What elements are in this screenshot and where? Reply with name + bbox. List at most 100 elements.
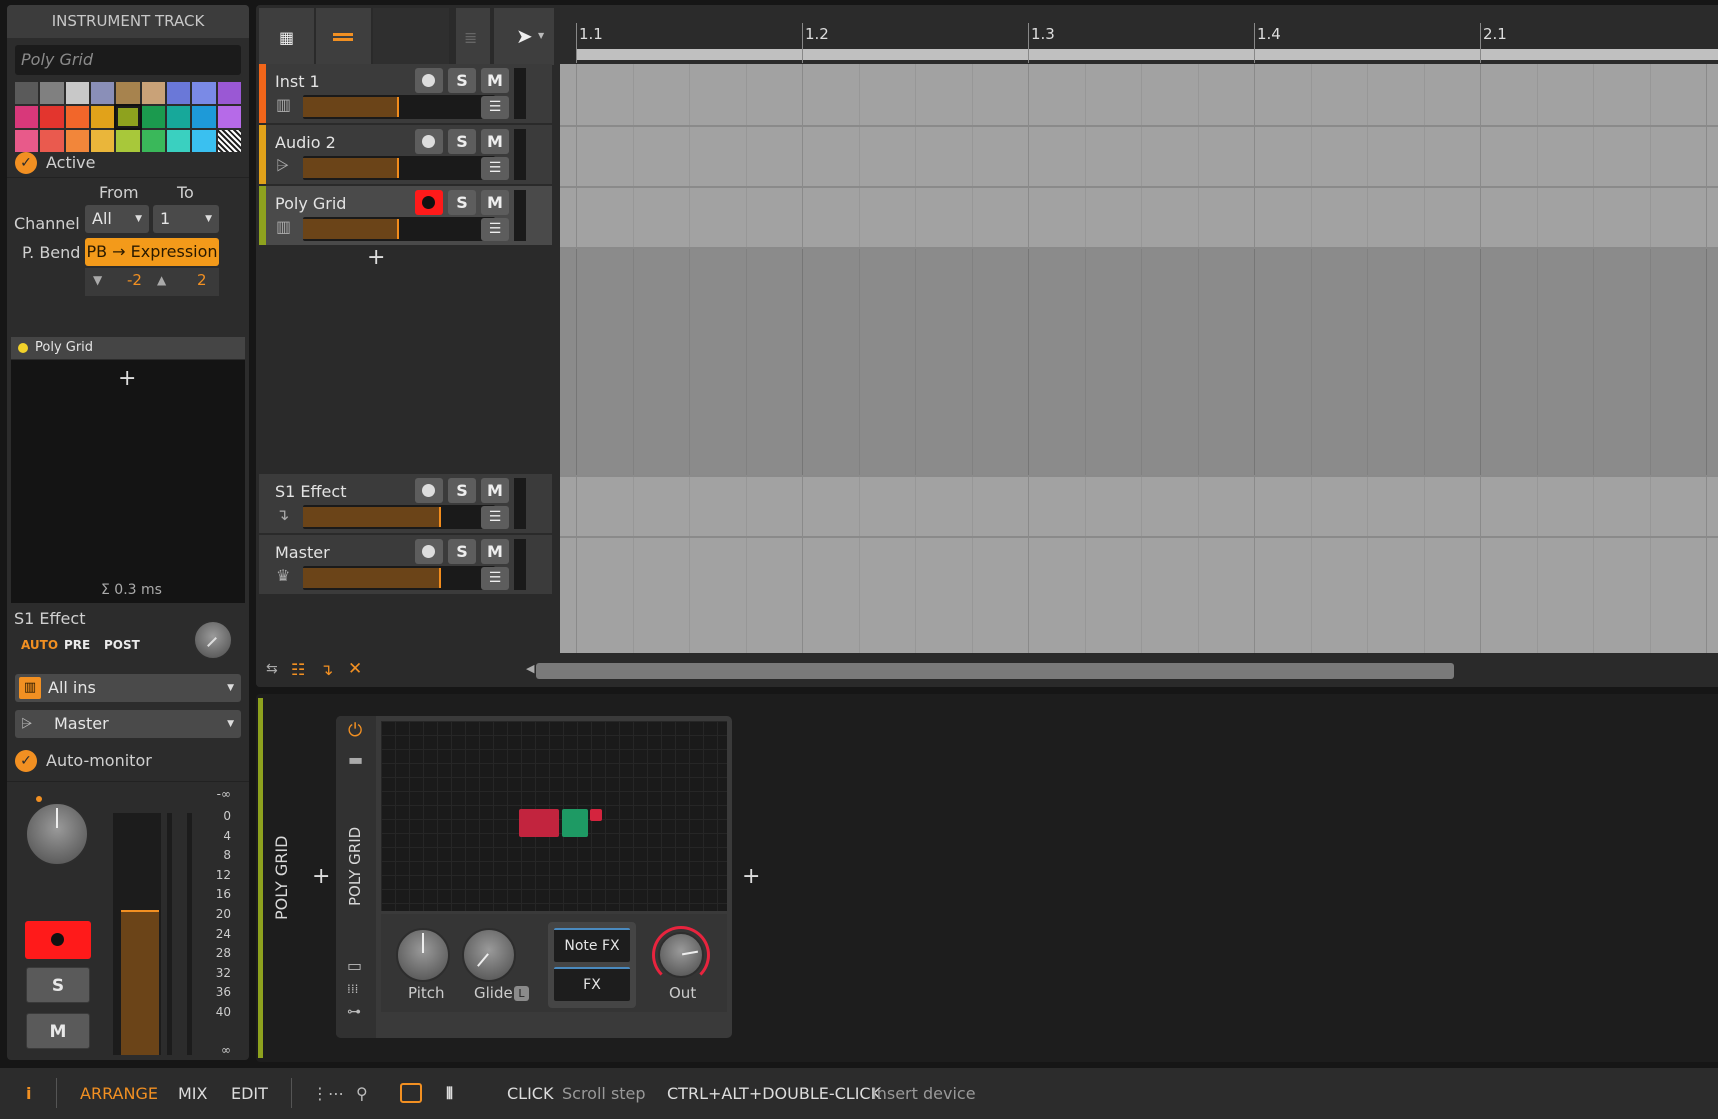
arrangement-grid[interactable] <box>560 64 1718 653</box>
color-swatch[interactable] <box>116 82 140 104</box>
color-swatch[interactable] <box>40 82 64 104</box>
color-swatch[interactable] <box>116 130 140 152</box>
track-name-field[interactable]: Poly Grid <box>15 45 241 75</box>
mute-button[interactable]: M <box>481 68 509 93</box>
color-swatch[interactable] <box>15 82 39 104</box>
layout-icon[interactable]: ⋮⋯ <box>312 1084 344 1103</box>
color-swatch[interactable] <box>167 82 191 104</box>
send-mode-post[interactable]: POST <box>104 638 140 652</box>
record-arm-button[interactable] <box>415 68 443 93</box>
record-arm-button[interactable] <box>25 921 91 959</box>
solo-button[interactable]: S <box>448 478 476 503</box>
add-track-icon[interactable]: + <box>367 245 385 270</box>
record-arm-button[interactable] <box>415 129 443 154</box>
color-swatch[interactable] <box>141 106 165 128</box>
color-swatch[interactable] <box>15 130 39 152</box>
volume-fader[interactable] <box>303 156 495 180</box>
record-arm-button[interactable] <box>415 539 443 564</box>
out-knob[interactable] <box>658 932 704 978</box>
close-icon[interactable]: ✕ <box>348 659 362 679</box>
output-select[interactable]: ⩥ Master ▼ <box>15 710 241 738</box>
add-device-icon[interactable]: + <box>742 864 760 889</box>
mute-button[interactable]: M <box>481 478 509 503</box>
pb-down-value[interactable]: -2 <box>127 271 142 289</box>
color-swatch[interactable] <box>217 106 241 128</box>
input-select[interactable]: ▥ All ins ▼ <box>15 674 241 702</box>
note-fx-button[interactable]: Note FX <box>554 928 630 962</box>
grid-patch-preview[interactable] <box>381 721 727 911</box>
volume-knob[interactable] <box>25 802 89 866</box>
color-swatch[interactable] <box>167 106 191 128</box>
fader-handle[interactable] <box>397 97 399 117</box>
mute-button[interactable]: M <box>481 129 509 154</box>
fader-handle[interactable] <box>397 158 399 178</box>
track-menu-button[interactable]: ☰ <box>481 218 509 241</box>
track-header[interactable]: Master S M ♛ ☰ <box>259 535 552 594</box>
pbend-expression-button[interactable]: PB → Expression <box>85 238 219 266</box>
device-chain-header[interactable]: Poly Grid <box>11 337 245 359</box>
glide-mode-badge[interactable]: L <box>514 986 529 1001</box>
track-header[interactable]: Poly Grid S M ▥ ☰ <box>259 186 552 245</box>
fader-handle[interactable] <box>397 219 399 239</box>
color-swatch[interactable] <box>91 82 115 104</box>
dots-icon[interactable]: ⁞⁞⁞ <box>347 982 358 996</box>
fx-button[interactable]: FX <box>554 967 630 1001</box>
arranger-view-toggle[interactable] <box>316 8 371 65</box>
scroll-left-icon[interactable]: ◀ <box>526 662 534 675</box>
fader-handle[interactable] <box>439 507 442 527</box>
loop-bar[interactable] <box>576 49 1718 60</box>
channel-to-select[interactable]: 1 ▼ <box>153 205 219 233</box>
volume-fader[interactable] <box>303 95 495 119</box>
pointer-tool-button[interactable]: ➤ ▼ <box>494 8 554 65</box>
color-swatch[interactable] <box>141 82 165 104</box>
send-mode-auto[interactable]: AUTO <box>21 638 58 652</box>
volume-fader[interactable] <box>303 505 495 529</box>
solo-button[interactable]: S <box>448 68 476 93</box>
color-swatch[interactable] <box>91 130 115 152</box>
view-tab-arrange[interactable]: ARRANGE <box>80 1084 158 1103</box>
mute-button[interactable]: M <box>481 190 509 215</box>
record-arm-button[interactable] <box>415 478 443 503</box>
horizontal-scrollbar[interactable] <box>536 663 1454 679</box>
channel-from-select[interactable]: All ▼ <box>85 205 149 233</box>
color-swatch[interactable] <box>141 130 165 152</box>
track-menu-button[interactable]: ☰ <box>481 506 509 529</box>
wrench-icon[interactable]: ⚲ <box>356 1084 368 1103</box>
add-device-icon[interactable]: + <box>312 864 330 889</box>
list-view-icon[interactable]: ☷ <box>291 660 305 679</box>
color-swatch[interactable] <box>65 82 89 104</box>
clip-launcher-toggle[interactable]: ▦ <box>259 8 314 65</box>
pb-up-value[interactable]: 2 <box>197 271 207 289</box>
color-swatch[interactable] <box>40 130 64 152</box>
color-swatch[interactable] <box>40 106 64 128</box>
volume-fader[interactable] <box>303 566 495 590</box>
info-icon[interactable]: i <box>26 1084 31 1103</box>
color-swatch[interactable] <box>192 130 216 152</box>
triangle-up-icon[interactable]: ▲ <box>157 273 166 287</box>
color-swatch[interactable] <box>91 106 115 128</box>
color-swatch[interactable] <box>65 106 89 128</box>
list-tool-button[interactable]: ≣ <box>456 8 490 65</box>
color-swatch[interactable] <box>192 106 216 128</box>
color-swatch[interactable] <box>15 106 39 128</box>
solo-button[interactable]: S <box>448 539 476 564</box>
track-menu-button[interactable]: ☰ <box>481 96 509 119</box>
power-icon[interactable]: ⏻ <box>348 720 362 741</box>
color-swatch[interactable] <box>65 130 89 152</box>
mute-button[interactable]: M <box>26 1013 90 1049</box>
glide-knob[interactable] <box>462 928 516 982</box>
view-tab-mix[interactable]: MIX <box>178 1084 207 1103</box>
send-mode-pre[interactable]: PRE <box>64 638 90 652</box>
color-swatch[interactable] <box>114 104 142 130</box>
solo-button[interactable]: S <box>448 129 476 154</box>
view-tab-edit[interactable]: EDIT <box>231 1084 268 1103</box>
window-icon[interactable]: ▭ <box>347 956 362 975</box>
track-menu-button[interactable]: ☰ <box>481 157 509 180</box>
color-swatch[interactable] <box>217 130 241 152</box>
link-icon[interactable]: ⊶ <box>347 1004 361 1020</box>
volume-fader[interactable] <box>303 217 495 241</box>
timeline-ruler[interactable]: 1.1 1.2 1.3 1.4 2.1 <box>560 5 1718 64</box>
color-swatch[interactable] <box>167 130 191 152</box>
add-device-icon[interactable]: + <box>118 366 136 391</box>
solo-button[interactable]: S <box>26 967 90 1003</box>
